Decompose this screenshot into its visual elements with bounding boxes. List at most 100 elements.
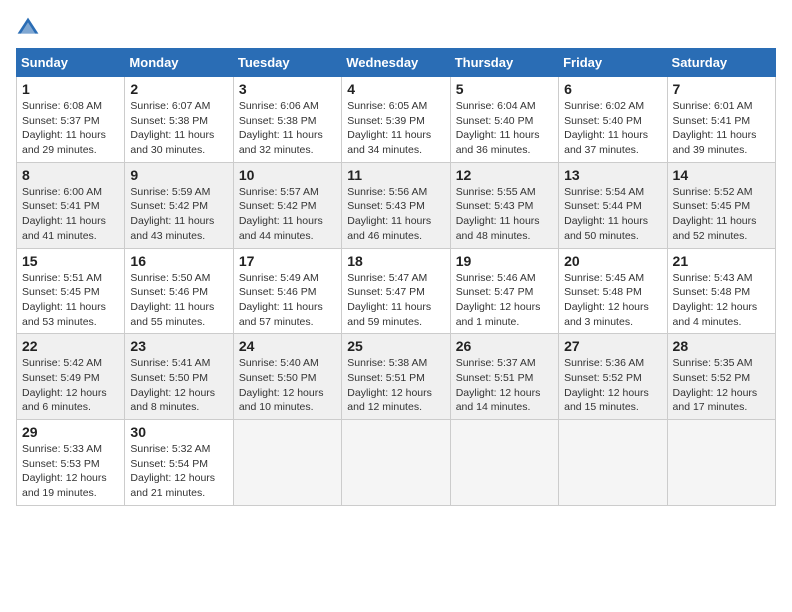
day-number: 12 (456, 167, 553, 183)
calendar-cell: 15 Sunrise: 5:51 AMSunset: 5:45 PMDayligh… (17, 248, 125, 334)
calendar-cell: 10 Sunrise: 5:57 AMSunset: 5:42 PMDayligh… (233, 162, 341, 248)
day-number: 4 (347, 81, 444, 97)
logo-icon (16, 16, 40, 40)
day-info: Sunrise: 5:49 AMSunset: 5:46 PMDaylight:… (239, 271, 336, 330)
calendar-cell: 1 Sunrise: 6:08 AMSunset: 5:37 PMDaylight… (17, 77, 125, 163)
day-info: Sunrise: 6:05 AMSunset: 5:39 PMDaylight:… (347, 99, 444, 158)
day-number: 13 (564, 167, 661, 183)
day-info: Sunrise: 5:54 AMSunset: 5:44 PMDaylight:… (564, 185, 661, 244)
day-number: 24 (239, 338, 336, 354)
calendar-header-tuesday: Tuesday (233, 49, 341, 77)
calendar-cell: 12 Sunrise: 5:55 AMSunset: 5:43 PMDayligh… (450, 162, 558, 248)
day-number: 10 (239, 167, 336, 183)
day-number: 11 (347, 167, 444, 183)
day-info: Sunrise: 5:45 AMSunset: 5:48 PMDaylight:… (564, 271, 661, 330)
calendar-header-wednesday: Wednesday (342, 49, 450, 77)
day-number: 17 (239, 253, 336, 269)
day-info: Sunrise: 5:56 AMSunset: 5:43 PMDaylight:… (347, 185, 444, 244)
day-info: Sunrise: 6:01 AMSunset: 5:41 PMDaylight:… (673, 99, 770, 158)
calendar-cell: 22 Sunrise: 5:42 AMSunset: 5:49 PMDayligh… (17, 334, 125, 420)
day-info: Sunrise: 6:08 AMSunset: 5:37 PMDaylight:… (22, 99, 119, 158)
day-info: Sunrise: 5:51 AMSunset: 5:45 PMDaylight:… (22, 271, 119, 330)
day-info: Sunrise: 6:06 AMSunset: 5:38 PMDaylight:… (239, 99, 336, 158)
day-number: 7 (673, 81, 770, 97)
calendar-cell: 30Sunrise: 5:32 AMSunset: 5:54 PMDayligh… (125, 420, 233, 506)
day-number: 22 (22, 338, 119, 354)
day-info: Sunrise: 5:55 AMSunset: 5:43 PMDaylight:… (456, 185, 553, 244)
day-number: 18 (347, 253, 444, 269)
day-info: Sunrise: 5:57 AMSunset: 5:42 PMDaylight:… (239, 185, 336, 244)
day-number: 28 (673, 338, 770, 354)
day-number: 20 (564, 253, 661, 269)
day-info: Sunrise: 5:59 AMSunset: 5:42 PMDaylight:… (130, 185, 227, 244)
calendar-cell: 24 Sunrise: 5:40 AMSunset: 5:50 PMDayligh… (233, 334, 341, 420)
day-number: 1 (22, 81, 119, 97)
calendar-cell: 4 Sunrise: 6:05 AMSunset: 5:39 PMDaylight… (342, 77, 450, 163)
day-info: Sunrise: 5:41 AMSunset: 5:50 PMDaylight:… (130, 356, 227, 415)
calendar-cell: 29Sunrise: 5:33 AMSunset: 5:53 PMDayligh… (17, 420, 125, 506)
day-number: 2 (130, 81, 227, 97)
day-info: Sunrise: 5:50 AMSunset: 5:46 PMDaylight:… (130, 271, 227, 330)
day-number: 26 (456, 338, 553, 354)
calendar-cell: 25 Sunrise: 5:38 AMSunset: 5:51 PMDayligh… (342, 334, 450, 420)
day-number: 21 (673, 253, 770, 269)
calendar-header-friday: Friday (559, 49, 667, 77)
calendar-cell: 9Sunrise: 5:59 AMSunset: 5:42 PMDaylight… (125, 162, 233, 248)
day-info: Sunrise: 5:33 AMSunset: 5:53 PMDaylight:… (22, 442, 119, 501)
day-number: 8 (22, 167, 119, 183)
day-number: 15 (22, 253, 119, 269)
calendar-table: SundayMondayTuesdayWednesdayThursdayFrid… (16, 48, 776, 506)
calendar-week-row: 1 Sunrise: 6:08 AMSunset: 5:37 PMDaylight… (17, 77, 776, 163)
day-info: Sunrise: 5:36 AMSunset: 5:52 PMDaylight:… (564, 356, 661, 415)
calendar-cell: 7 Sunrise: 6:01 AMSunset: 5:41 PMDaylight… (667, 77, 775, 163)
day-info: Sunrise: 5:43 AMSunset: 5:48 PMDaylight:… (673, 271, 770, 330)
calendar-cell (450, 420, 558, 506)
calendar-cell: 5 Sunrise: 6:04 AMSunset: 5:40 PMDaylight… (450, 77, 558, 163)
calendar-header-row: SundayMondayTuesdayWednesdayThursdayFrid… (17, 49, 776, 77)
calendar-week-row: 29Sunrise: 5:33 AMSunset: 5:53 PMDayligh… (17, 420, 776, 506)
calendar-cell: 14Sunrise: 5:52 AMSunset: 5:45 PMDayligh… (667, 162, 775, 248)
calendar-cell: 19 Sunrise: 5:46 AMSunset: 5:47 PMDayligh… (450, 248, 558, 334)
calendar-cell: 13 Sunrise: 5:54 AMSunset: 5:44 PMDayligh… (559, 162, 667, 248)
day-number: 19 (456, 253, 553, 269)
calendar-cell: 3 Sunrise: 6:06 AMSunset: 5:38 PMDaylight… (233, 77, 341, 163)
day-info: Sunrise: 5:52 AMSunset: 5:45 PMDaylight:… (673, 185, 770, 244)
calendar-week-row: 8 Sunrise: 6:00 AMSunset: 5:41 PMDaylight… (17, 162, 776, 248)
calendar-cell: 20 Sunrise: 5:45 AMSunset: 5:48 PMDayligh… (559, 248, 667, 334)
day-info: Sunrise: 6:04 AMSunset: 5:40 PMDaylight:… (456, 99, 553, 158)
day-number: 25 (347, 338, 444, 354)
calendar-cell: 8 Sunrise: 6:00 AMSunset: 5:41 PMDaylight… (17, 162, 125, 248)
calendar-cell: 6 Sunrise: 6:02 AMSunset: 5:40 PMDaylight… (559, 77, 667, 163)
calendar-cell (667, 420, 775, 506)
calendar-cell: 27 Sunrise: 5:36 AMSunset: 5:52 PMDayligh… (559, 334, 667, 420)
day-info: Sunrise: 5:46 AMSunset: 5:47 PMDaylight:… (456, 271, 553, 330)
calendar-header-sunday: Sunday (17, 49, 125, 77)
day-info: Sunrise: 5:42 AMSunset: 5:49 PMDaylight:… (22, 356, 119, 415)
day-number: 3 (239, 81, 336, 97)
calendar-cell (559, 420, 667, 506)
day-number: 6 (564, 81, 661, 97)
calendar-week-row: 15 Sunrise: 5:51 AMSunset: 5:45 PMDayligh… (17, 248, 776, 334)
day-info: Sunrise: 5:40 AMSunset: 5:50 PMDaylight:… (239, 356, 336, 415)
calendar-cell: 17 Sunrise: 5:49 AMSunset: 5:46 PMDayligh… (233, 248, 341, 334)
calendar-cell: 26 Sunrise: 5:37 AMSunset: 5:51 PMDayligh… (450, 334, 558, 420)
day-info: Sunrise: 6:02 AMSunset: 5:40 PMDaylight:… (564, 99, 661, 158)
calendar-cell (342, 420, 450, 506)
day-info: Sunrise: 5:32 AMSunset: 5:54 PMDaylight:… (130, 442, 227, 501)
calendar-cell (233, 420, 341, 506)
calendar-header-monday: Monday (125, 49, 233, 77)
day-info: Sunrise: 6:00 AMSunset: 5:41 PMDaylight:… (22, 185, 119, 244)
day-info: Sunrise: 5:37 AMSunset: 5:51 PMDaylight:… (456, 356, 553, 415)
logo (16, 16, 44, 40)
calendar-cell: 11 Sunrise: 5:56 AMSunset: 5:43 PMDayligh… (342, 162, 450, 248)
calendar-cell: 28 Sunrise: 5:35 AMSunset: 5:52 PMDayligh… (667, 334, 775, 420)
calendar-week-row: 22 Sunrise: 5:42 AMSunset: 5:49 PMDayligh… (17, 334, 776, 420)
day-info: Sunrise: 5:35 AMSunset: 5:52 PMDaylight:… (673, 356, 770, 415)
day-number: 5 (456, 81, 553, 97)
day-info: Sunrise: 5:47 AMSunset: 5:47 PMDaylight:… (347, 271, 444, 330)
calendar-cell: 21 Sunrise: 5:43 AMSunset: 5:48 PMDayligh… (667, 248, 775, 334)
day-info: Sunrise: 5:38 AMSunset: 5:51 PMDaylight:… (347, 356, 444, 415)
calendar-cell: 18 Sunrise: 5:47 AMSunset: 5:47 PMDayligh… (342, 248, 450, 334)
day-info: Sunrise: 6:07 AMSunset: 5:38 PMDaylight:… (130, 99, 227, 158)
day-number: 27 (564, 338, 661, 354)
